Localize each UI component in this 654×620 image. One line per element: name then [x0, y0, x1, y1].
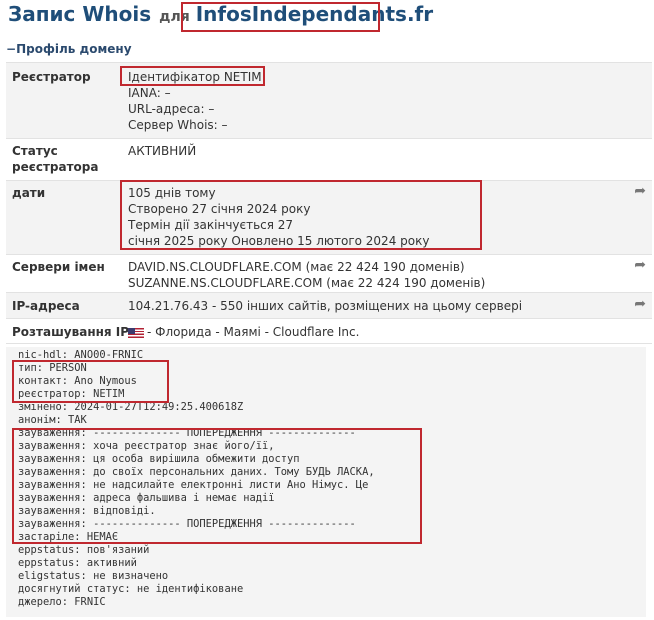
raw-line: зауваження: не надсилайте електронні лис…: [18, 479, 369, 491]
location-value-wrap: - Флорида - Маямі - Cloudflare Inc.: [128, 324, 359, 340]
us-flag-icon: [128, 327, 144, 338]
dates-line-1: 105 днів тому: [128, 186, 216, 200]
row-registrar: Реєстратор Ідентифікатор NETIM IANA: – U…: [6, 62, 652, 138]
registrar-url: URL-адреса: –: [128, 102, 215, 116]
raw-line: зауваження: -------------- ПОПЕРЕДЖЕННЯ …: [18, 518, 356, 530]
label-status-2: реєстратора: [12, 160, 99, 174]
raw-line: eppstatus: пов'язаний: [18, 544, 150, 556]
dates-line-3: Термін дії закінчується 27: [128, 218, 294, 232]
label-nameservers: Сервери імен: [12, 260, 105, 274]
label-dates: дати: [12, 186, 46, 200]
share-arrow-icon[interactable]: ➦: [634, 296, 646, 312]
raw-line: анонім: ТАК: [18, 414, 87, 426]
ip-value: 104.21.76.43 - 550 інших сайтів, розміще…: [128, 299, 523, 313]
dates-line-2: Створено 27 січня 2024 року: [128, 202, 311, 216]
raw-line: зауваження: відповіді.: [18, 505, 156, 517]
status-value: АКТИВНИЙ: [128, 144, 197, 158]
dates-line-4: січня 2025 року Оновлено 15 лютого 2024 …: [128, 234, 430, 248]
registrar-whois: Сервер Whois: –: [128, 118, 228, 132]
raw-line: зауваження: -------------- ПОПЕРЕДЖЕННЯ …: [18, 427, 356, 439]
title-text: Запис Whois: [8, 2, 152, 26]
raw-line: зауваження: ця особа вирішила обмежити д…: [18, 453, 300, 465]
location-value: - Флорида - Маямі - Cloudflare Inc.: [147, 325, 360, 339]
row-nameservers: Сервери імен DAVID.NS.CLOUDFLARE.COM (ма…: [6, 254, 652, 292]
collapse-toggle[interactable]: −: [6, 42, 16, 56]
raw-line: nic-hdl: ANO00-FRNIC: [18, 349, 144, 361]
section-domain-profile[interactable]: −Профіль домену: [6, 42, 132, 56]
raw-line: тип: PERSON: [18, 362, 87, 374]
domain-name: InfosIndependants.fr: [195, 2, 434, 26]
raw-line: реєстратор: NETIM: [18, 388, 125, 400]
label-ip: IP-адреса: [12, 299, 80, 313]
raw-line: eppstatus: активний: [18, 557, 137, 569]
registrar-iana: IANA: –: [128, 86, 171, 100]
nameserver-1: DAVID.NS.CLOUDFLARE.COM (має 22 424 190 …: [128, 260, 465, 274]
share-arrow-icon[interactable]: ➦: [634, 257, 646, 273]
registrar-id: Ідентифікатор NETIM: [128, 70, 262, 84]
raw-whois-block: nic-hdl: ANO00-FRNIC тип: PERSON контакт: …: [6, 347, 646, 617]
raw-line: досягнутий статус: не ідентифіковане: [18, 583, 244, 595]
raw-whois-text: nic-hdl: ANO00-FRNIC тип: PERSON контакт: …: [6, 347, 646, 611]
raw-line: зауваження: до своїх персональних даних.…: [18, 466, 375, 478]
raw-line: зауваження: хоча реєстратор знає його/її…: [18, 440, 275, 452]
title-preposition: для: [159, 9, 190, 25]
share-arrow-icon[interactable]: ➦: [634, 183, 646, 199]
section-title: Профіль домену: [16, 42, 132, 56]
raw-line: змінено: 2024-01-27T12:49:25.400618Z: [18, 401, 244, 413]
raw-line: eligstatus: не визначено: [18, 570, 169, 582]
label-status-1: Статус: [12, 144, 58, 158]
row-status: Статус реєстратора АКТИВНИЙ: [6, 138, 652, 180]
row-location: Розташування IP - Флорида - Маямі - Clou…: [6, 318, 652, 344]
page-title: Запис Whois для InfosIndependants.fr: [8, 2, 433, 32]
raw-line: застаріле: НЕМАЄ: [18, 531, 119, 543]
row-ip: IP-адреса 104.21.76.43 - 550 інших сайті…: [6, 292, 652, 318]
nameserver-2: SUZANNE.NS.CLOUDFLARE.COM (має 22 424 19…: [128, 276, 486, 290]
raw-line: джерело: FRNIC: [18, 596, 106, 608]
raw-line: зауваження: адреса фальшива і немає наді…: [18, 492, 275, 504]
label-location: Розташування IP: [12, 325, 130, 339]
row-dates: дати 105 днів тому Створено 27 січня 202…: [6, 180, 652, 254]
label-registrar: Реєстратор: [12, 70, 91, 84]
raw-line: контакт: Ano Nymous: [18, 375, 137, 387]
